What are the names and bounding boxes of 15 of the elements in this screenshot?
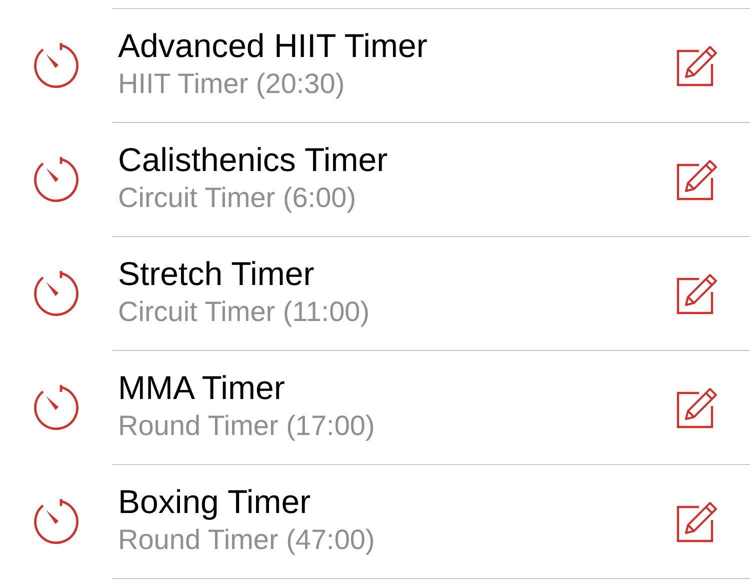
timer-detail: Round Timer (47:00) [118, 522, 375, 557]
timer-detail: Round Timer (17:00) [118, 408, 375, 443]
timer-detail: Circuit Timer (11:00) [118, 294, 370, 329]
edit-icon [675, 272, 719, 316]
timer-detail: Circuit Timer (6:00) [118, 180, 356, 215]
edit-icon [675, 158, 719, 202]
edit-icon [675, 44, 719, 88]
timer-name: Advanced HIIT Timer [118, 26, 428, 66]
timer-name: MMA Timer [118, 368, 285, 408]
timer-detail: HIIT Timer (20:30) [118, 66, 345, 101]
edit-icon [675, 500, 719, 544]
timer-name: Boxing Timer [118, 482, 311, 522]
timer-name: Calisthenics Timer [118, 140, 388, 180]
timer-name: Stretch Timer [118, 254, 314, 294]
edit-icon [675, 386, 719, 430]
